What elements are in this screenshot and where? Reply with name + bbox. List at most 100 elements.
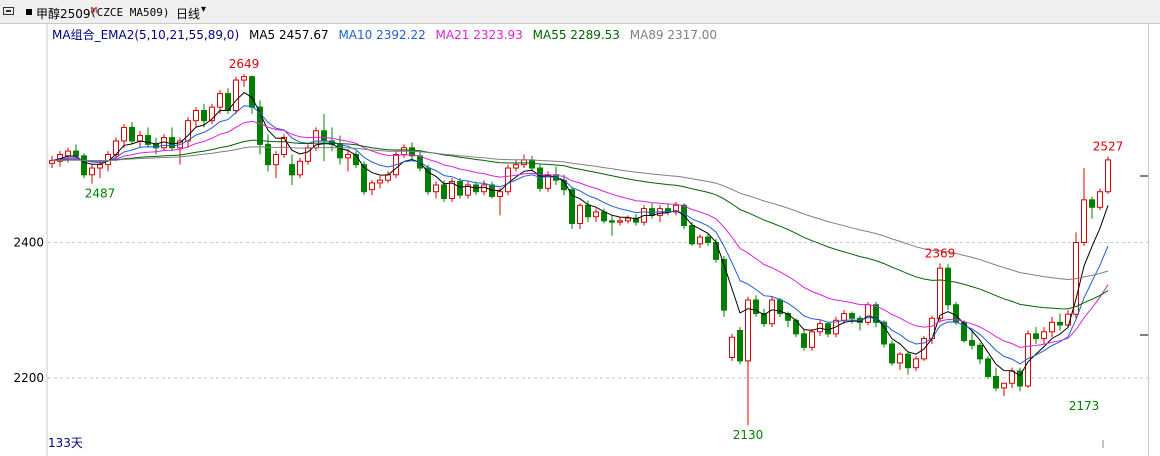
grid-lines [48, 241, 1148, 379]
candle-body [81, 155, 87, 176]
candle-body [241, 76, 247, 81]
candle-body [977, 344, 983, 360]
candle-body [769, 299, 775, 325]
candle-body [825, 323, 831, 335]
ma21-value: MA21 2323.93 [435, 28, 523, 42]
candle-body [337, 143, 343, 159]
candle-body [537, 167, 543, 189]
contract-code: (CZCE MA509) [90, 6, 170, 19]
candle-body [121, 126, 127, 142]
price-label: 2173 [1069, 399, 1100, 413]
candle-body [993, 375, 999, 389]
candle-body [385, 174, 391, 181]
candle-body [193, 110, 199, 122]
price-label: 2649 [229, 57, 260, 71]
candle-body [497, 191, 503, 197]
candle-body [585, 204, 591, 218]
candle-body [945, 267, 951, 306]
contract-title[interactable]: 甲醇2509M [36, 5, 97, 22]
square-icon [26, 9, 32, 15]
candle-body [233, 79, 239, 112]
candle-body [1033, 333, 1039, 340]
candle-body [369, 182, 375, 191]
candle-body [1041, 331, 1047, 340]
candle-body [1001, 382, 1007, 389]
candle-body [521, 159, 527, 166]
candle-body [513, 164, 519, 169]
candle-body [617, 220, 623, 223]
toolbar: 甲醇2509M (CZCE MA509) 日线 ▾ [0, 0, 1160, 24]
candle-body [1057, 321, 1063, 326]
ma5-value: MA5 2457.67 [248, 28, 329, 42]
candle-body [273, 153, 279, 166]
candle-body [289, 164, 295, 176]
price-label: 2527 [1093, 140, 1124, 154]
chevron-down-icon[interactable]: ▾ [201, 4, 206, 15]
candle-body [433, 184, 439, 193]
candle-body [577, 204, 583, 225]
candle-body [1097, 191, 1103, 208]
candle-body [937, 267, 943, 319]
day-count: 133天 [48, 436, 83, 450]
price-label: 2130 [733, 428, 764, 442]
ma-line-ma21 [51, 120, 1109, 349]
candle-body [89, 167, 95, 176]
candle-body [249, 76, 255, 108]
candle-body [201, 110, 207, 122]
candle-body [297, 160, 303, 176]
indicator-name: MA组合_EMA2(5,10,21,55,89,0) [52, 28, 240, 42]
candle-body [137, 135, 143, 142]
candle-body [721, 258, 727, 311]
right-scale-strip [1148, 24, 1160, 456]
candle-body [985, 358, 991, 377]
candle-body [969, 340, 975, 346]
candle-body [809, 331, 815, 348]
candle-body [65, 150, 71, 157]
candle-body [129, 126, 135, 142]
candle-body [529, 159, 535, 169]
candle-body [1049, 321, 1055, 333]
candle-body [169, 137, 175, 149]
contract-title-text: 甲醇2509 [36, 7, 91, 21]
moving-average-lines [51, 91, 1109, 377]
y-axis: 2200 2400 [13, 24, 1148, 456]
candle-body [697, 236, 703, 245]
candle-body [609, 220, 615, 223]
candle-body [601, 211, 607, 222]
candle-body [849, 313, 855, 319]
candle-body [905, 353, 911, 369]
indicator-legend: MA组合_EMA2(5,10,21,55,89,0) MA5 2457.67 M… [52, 26, 723, 43]
price-annotations: 2649 2487 2130 2369 2173 2527 [85, 57, 1124, 442]
candle-body [1009, 370, 1015, 384]
y-tick-label: 2200 [13, 371, 44, 385]
candle-body [217, 93, 223, 108]
ma89-value: MA89 2317.00 [629, 28, 718, 42]
ma10-value: MA10 2392.22 [338, 28, 426, 42]
ma-line-ma5 [51, 91, 1109, 377]
menu-icon[interactable] [3, 7, 14, 15]
candle-body [457, 181, 463, 196]
candle-body [505, 167, 511, 193]
candlestick-chart[interactable]: 2200 2400 2649 2487 2130 2369 2173 2527 [0, 24, 1148, 456]
candle-body [185, 120, 191, 142]
candle-body [73, 150, 79, 157]
candle-body [705, 236, 711, 243]
candle-body [593, 211, 599, 218]
candle-body [441, 184, 447, 199]
period-selector[interactable]: 日线 [176, 5, 200, 22]
candle-body [689, 225, 695, 245]
y-tick-label: 2400 [13, 235, 44, 249]
ma55-value: MA55 2289.53 [532, 28, 620, 42]
price-label: 2369 [925, 246, 956, 260]
candle-body [345, 153, 351, 159]
candle-body [321, 130, 327, 142]
candle-body [377, 179, 383, 184]
candle-body [881, 321, 887, 345]
price-label: 2487 [85, 187, 116, 201]
candle-body [737, 329, 743, 362]
candle-body [625, 217, 631, 222]
candle-body [1105, 159, 1111, 193]
candle-body [841, 313, 847, 321]
candle-body [729, 336, 735, 359]
candle-body [1081, 199, 1087, 243]
